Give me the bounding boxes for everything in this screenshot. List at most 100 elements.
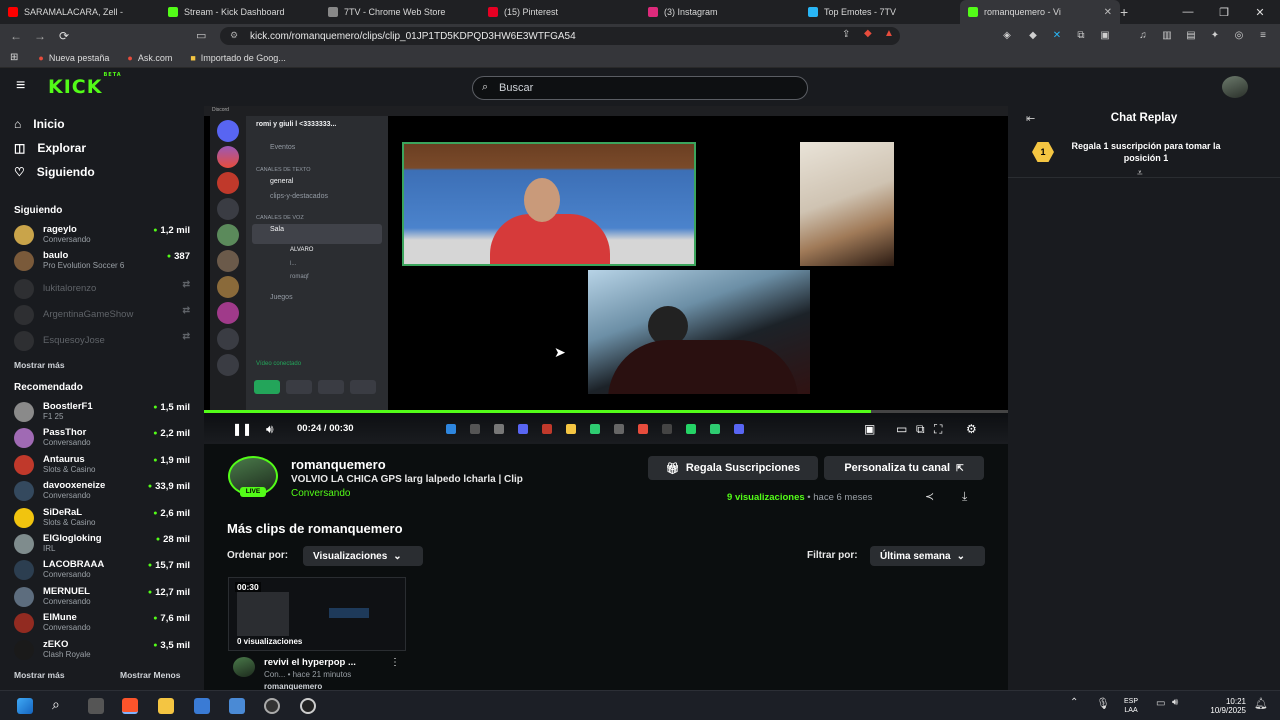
7tv-icon[interactable]: ✕: [1050, 29, 1064, 43]
app-icon[interactable]: [229, 698, 245, 714]
vpn-icon[interactable]: ◎: [1232, 29, 1246, 43]
clip-card-thumbnail[interactable]: 00:30 0 visualizaciones: [228, 577, 406, 651]
user-avatar[interactable]: [1222, 76, 1248, 98]
site-info-icon[interactable]: ⚙: [230, 30, 238, 41]
chevron-up-icon[interactable]: ⌃: [1070, 697, 1078, 708]
volume-icon[interactable]: 🔊︎: [1172, 697, 1178, 708]
gift-subs-button[interactable]: 🎁︎ Regala Suscripciones: [648, 456, 818, 480]
sidebar-toggle-icon[interactable]: ▥: [1160, 29, 1174, 43]
channel-row[interactable]: lukitalorenzo ⇄: [14, 276, 192, 300]
music-icon[interactable]: ♫: [1136, 29, 1150, 43]
hamburger-menu-icon[interactable]: ≡: [16, 77, 25, 95]
channel-row[interactable]: rageyloConversando 1,2 mil: [14, 222, 192, 246]
windows-start-icon[interactable]: [17, 698, 33, 714]
nav-explore[interactable]: ◫ Explorar: [14, 141, 86, 155]
language-indicator[interactable]: ESP LAA: [1124, 697, 1138, 715]
channel-row[interactable]: ElMuneConversando 7,6 mil: [14, 610, 192, 634]
gift-leaderboard[interactable]: 1 Regala 1 suscripción para tomar la pos…: [1008, 134, 1280, 179]
show-more-following[interactable]: Mostrar más: [14, 360, 65, 370]
theater-mode-icon[interactable]: ▣: [864, 422, 875, 436]
wifi-icon[interactable]: ▭: [1156, 698, 1165, 709]
app-icon[interactable]: [264, 698, 280, 714]
channel-row[interactable]: bauloPro Evolution Soccer 6 387: [14, 248, 192, 272]
nav-home[interactable]: ⌂ Inicio: [14, 117, 65, 131]
channel-row[interactable]: LACOBRAAAConversando 15,7 mil: [14, 557, 192, 581]
fullscreen-icon[interactable]: ⛶: [934, 422, 942, 437]
browser-tab[interactable]: Stream - Kick Dashboard: [160, 0, 320, 24]
puzzle-icon[interactable]: ✦: [1208, 29, 1222, 43]
show-more-recommended[interactable]: Mostrar más: [14, 670, 65, 680]
brave-browser-icon[interactable]: [122, 698, 138, 714]
channel-row[interactable]: AntaurusSlots & Casino 1,9 mil: [14, 452, 192, 476]
maximize-icon[interactable]: ❐: [1206, 0, 1242, 24]
show-less-button[interactable]: Mostrar Menos: [120, 670, 180, 680]
pip-icon[interactable]: ⧉: [916, 422, 925, 437]
store-icon[interactable]: [194, 698, 210, 714]
wallet-icon[interactable]: ▤: [1184, 29, 1198, 43]
task-view-icon[interactable]: [88, 698, 104, 714]
search-input[interactable]: ⌕ Buscar: [472, 76, 808, 100]
back-icon[interactable]: ←: [4, 29, 28, 43]
minimize-icon[interactable]: —: [1170, 0, 1206, 24]
streamer-name[interactable]: romanquemero: [291, 457, 386, 472]
extension-icon[interactable]: ◈: [1000, 29, 1014, 43]
settings-icon[interactable]: ⚙: [966, 422, 977, 436]
video-player[interactable]: Discord romi y giuli l <3333333... Event…: [204, 106, 1008, 444]
menu-icon[interactable]: ≡: [1256, 29, 1270, 43]
channel-row[interactable]: ArgentinaGameShow ⇄: [14, 302, 192, 326]
channel-row[interactable]: BoostlerF1F1 25 1,5 mil: [14, 399, 192, 423]
file-explorer-icon[interactable]: [158, 698, 174, 714]
expand-leaderboard-icon[interactable]: ⩡: [1137, 168, 1143, 179]
nav-following[interactable]: ♡ Siguiendo: [14, 165, 95, 179]
clip-card-avatar[interactable]: [233, 657, 255, 677]
bookmark-folder[interactable]: ■ Importado de Goog...: [190, 53, 286, 63]
clock[interactable]: 10:21 10/9/2025: [1200, 697, 1246, 715]
bookmark-item[interactable]: ● Ask.com: [127, 53, 172, 63]
search-icon[interactable]: ⌕: [52, 696, 60, 713]
channel-row[interactable]: PassThorConversando 2,2 mil: [14, 425, 192, 449]
browser-tab[interactable]: 7TV - Chrome Web Store: [320, 0, 480, 24]
browser-tab[interactable]: (3) Instagram: [640, 0, 800, 24]
app-icon[interactable]: [300, 698, 316, 714]
volume-icon[interactable]: 🔊︎: [266, 422, 274, 437]
reload-icon[interactable]: ⟳: [52, 29, 76, 43]
bookmark-page-icon[interactable]: ▭: [196, 29, 206, 42]
bookmark-item[interactable]: ● Nueva pestaña: [38, 53, 109, 63]
close-tab-icon[interactable]: ✕: [1104, 7, 1112, 18]
channel-row[interactable]: SiDeRaLSlots & Casino 2,6 mil: [14, 505, 192, 529]
sort-dropdown[interactable]: Visualizaciones ⌄: [303, 546, 423, 566]
extension-icon[interactable]: ◆: [1026, 29, 1040, 43]
extension-icon[interactable]: ⧉: [1074, 29, 1088, 43]
channel-row[interactable]: EsquesoyJose ⇄: [14, 328, 192, 352]
url-field[interactable]: ⚙ kick.com/romanquemero/clips/clip_01JP1…: [220, 27, 900, 45]
share-icon[interactable]: ≺: [925, 490, 934, 503]
close-window-icon[interactable]: ✕: [1242, 0, 1278, 24]
clip-category[interactable]: Conversando: [291, 488, 350, 499]
rewards-icon[interactable]: ▲: [884, 28, 894, 39]
browser-tab[interactable]: romanquemero - Vi ✕: [960, 0, 1120, 24]
channel-row[interactable]: davooxeneizeConversando 33,9 mil: [14, 478, 192, 502]
new-tab-icon[interactable]: +: [1120, 4, 1128, 20]
clip-card-title[interactable]: revivi el hyperpop ...: [264, 657, 356, 668]
browser-tab[interactable]: SARAMALACARA, Zell -: [0, 0, 160, 24]
customize-channel-button[interactable]: Personaliza tu canal ⇱: [824, 456, 984, 480]
microphone-icon[interactable]: 🎙︎: [1096, 697, 1110, 710]
share-icon[interactable]: ⇪: [842, 29, 850, 40]
brave-shield-icon[interactable]: ◆: [864, 28, 872, 39]
channel-row[interactable]: ElGloglokingIRL 28 mil: [14, 531, 192, 555]
filter-dropdown[interactable]: Última semana ⌄: [870, 546, 985, 566]
apps-grid-icon[interactable]: ⊞: [10, 52, 18, 63]
kick-logo[interactable]: KICKBETA: [48, 72, 121, 98]
more-options-icon[interactable]: ⋮: [390, 657, 400, 668]
notification-icon[interactable]: 🔔︎: [1254, 697, 1268, 710]
pause-icon[interactable]: ❚❚: [232, 422, 252, 436]
download-icon[interactable]: ⤓: [962, 489, 967, 504]
channel-row[interactable]: MERNUELConversando 12,7 mil: [14, 584, 192, 608]
channel-row[interactable]: zEKOClash Royale 3,5 mil: [14, 637, 192, 661]
browser-tab[interactable]: Top Emotes - 7TV: [800, 0, 960, 24]
miniplayer-icon[interactable]: ▭: [896, 422, 907, 436]
extension-icon[interactable]: ▣: [1098, 29, 1112, 43]
tab-favicon-icon: [968, 7, 978, 17]
forward-icon[interactable]: →: [28, 29, 52, 43]
browser-tab[interactable]: (15) Pinterest: [480, 0, 640, 24]
